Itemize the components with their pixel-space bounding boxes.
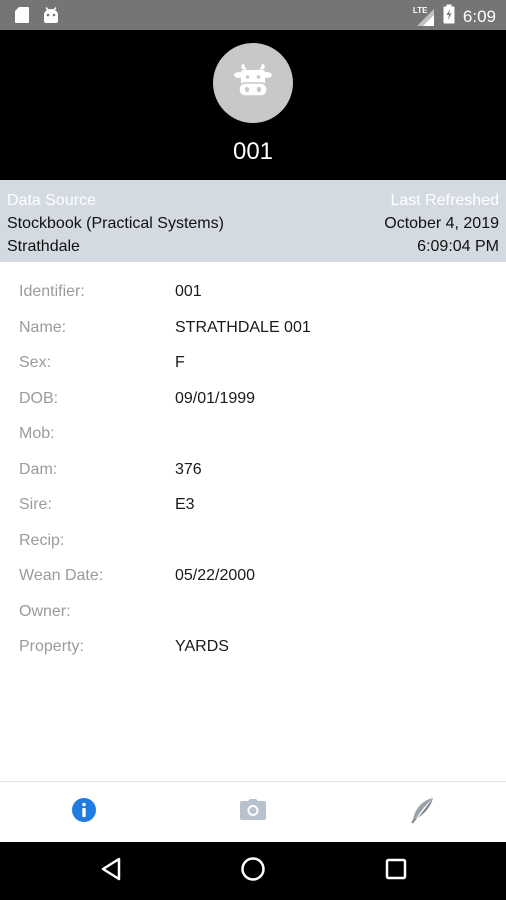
animal-details-list: Identifier: 001 Name: STRATHDALE 001 Sex… — [0, 275, 506, 666]
detail-label: Property: — [19, 638, 84, 655]
detail-label: Sex: — [19, 354, 52, 371]
detail-row-dob: DOB: 09/01/1999 — [0, 382, 506, 418]
detail-value: F — [175, 354, 185, 371]
detail-row-owner: Owner: — [0, 595, 506, 631]
feather-icon — [409, 796, 435, 829]
data-source-panel: Data Source Stockbook (Practical Systems… — [0, 180, 506, 262]
sd-card-icon — [14, 6, 30, 29]
bottom-tab-bar — [0, 781, 506, 842]
detail-row-recip: Recip: — [0, 524, 506, 560]
last-refreshed-time: 6:09:04 PM — [417, 238, 499, 255]
recents-button[interactable] — [379, 854, 413, 888]
detail-value: E3 — [175, 496, 195, 513]
detail-value: 09/01/1999 — [175, 389, 256, 407]
detail-row-identifier: Identifier: 001 — [0, 275, 506, 311]
android-icon — [42, 6, 60, 29]
recents-square-icon — [385, 858, 407, 885]
status-right-icons: LTE 6:09 — [413, 4, 496, 29]
data-source-location: Strathdale — [7, 238, 80, 255]
detail-row-sire: Sire: E3 — [0, 488, 506, 524]
detail-label: DOB: — [19, 389, 59, 407]
detail-value: 05/22/2000 — [175, 567, 256, 584]
detail-row-name: Name: STRATHDALE 001 — [0, 311, 506, 347]
camera-icon — [239, 798, 267, 827]
detail-label: Recip: — [19, 531, 65, 549]
data-source-heading: Data Source — [7, 192, 96, 209]
system-navigation-bar — [0, 842, 506, 900]
avatar — [213, 43, 293, 123]
detail-row-property: Property: YARDS — [0, 630, 506, 666]
detail-row-wean-date: Wean Date: 05/22/2000 — [0, 559, 506, 595]
app-screen: LTE 6:09 001 Data Source Stockbook (Prac… — [0, 0, 506, 900]
data-source-name: Stockbook (Practical Systems) — [7, 215, 224, 232]
detail-label: Identifier: — [19, 283, 85, 300]
animal-title: 001 — [232, 138, 274, 165]
detail-row-dam: Dam: 376 — [0, 453, 506, 489]
last-refreshed-heading: Last Refreshed — [390, 192, 499, 209]
last-refreshed-date: October 4, 2019 — [384, 215, 499, 232]
detail-label: Mob: — [19, 425, 55, 442]
tab-photos[interactable] — [169, 782, 337, 842]
detail-label: Dam: — [19, 460, 58, 478]
detail-value: 376 — [175, 460, 202, 478]
detail-label: Name: — [19, 318, 67, 336]
home-button[interactable] — [236, 854, 270, 888]
status-left-icons — [14, 6, 60, 29]
detail-label: Sire: — [19, 496, 52, 513]
back-triangle-icon — [100, 857, 122, 886]
detail-value: YARDS — [175, 638, 229, 655]
animal-header: 001 — [0, 30, 506, 180]
info-icon — [71, 797, 97, 828]
back-button[interactable] — [94, 854, 128, 888]
detail-label: Owner: — [19, 602, 71, 620]
detail-row-sex: Sex: F — [0, 346, 506, 382]
tab-notes[interactable] — [338, 782, 506, 842]
detail-value: STRATHDALE 001 — [175, 318, 311, 336]
tab-info[interactable] — [0, 782, 168, 842]
network-type-label: LTE — [412, 5, 428, 15]
detail-label: Wean Date: — [19, 567, 104, 584]
cow-icon — [233, 61, 273, 106]
signal-icon: LTE — [412, 5, 435, 27]
home-circle-icon — [240, 856, 266, 887]
status-time: 6:09 — [462, 6, 496, 26]
status-bar: LTE 6:09 — [0, 0, 506, 30]
last-refreshed-column: Last Refreshed October 4, 2019 6:09:04 P… — [384, 189, 499, 258]
data-source-column: Data Source Stockbook (Practical Systems… — [7, 189, 224, 258]
detail-value: 001 — [175, 283, 202, 300]
battery-icon — [443, 4, 455, 29]
detail-row-mob: Mob: — [0, 417, 506, 453]
